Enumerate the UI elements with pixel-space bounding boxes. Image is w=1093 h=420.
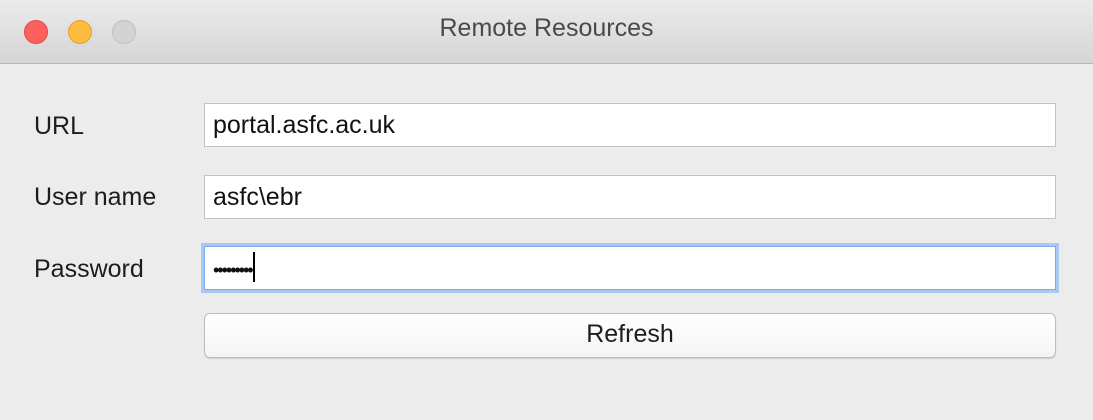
refresh-button[interactable]: Refresh xyxy=(204,313,1056,358)
password-label: Password xyxy=(34,255,144,283)
username-field-value: asfc\ebr xyxy=(213,183,302,211)
username-label: User name xyxy=(34,183,157,211)
remote-resources-window: Remote Resources URL portal.asfc.ac.uk U… xyxy=(0,0,1093,420)
text-caret xyxy=(252,252,255,283)
url-field-value: portal.asfc.ac.uk xyxy=(213,111,396,139)
title-bar[interactable]: Remote Resources xyxy=(0,0,1093,64)
url-field[interactable]: portal.asfc.ac.uk xyxy=(204,103,1056,147)
username-field[interactable]: asfc\ebr xyxy=(204,175,1056,219)
window-title: Remote Resources xyxy=(439,14,654,42)
password-field-value: ••••••••• xyxy=(213,260,254,280)
url-label: URL xyxy=(34,112,85,140)
password-field[interactable]: ••••••••• xyxy=(204,246,1056,290)
